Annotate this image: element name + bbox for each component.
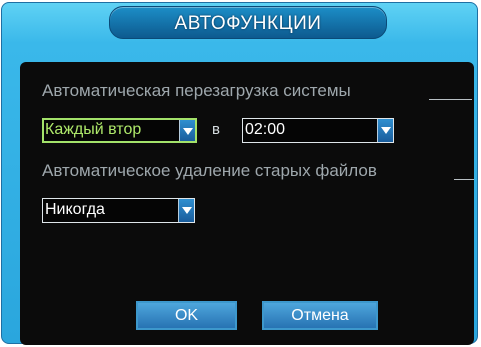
auto-delete-select[interactable]: Никогда — [42, 198, 195, 223]
chevron-down-icon[interactable] — [377, 119, 393, 142]
reboot-day-select[interactable]: Каждый втор — [42, 118, 197, 143]
dialog-title: АВТОФУНКЦИИ — [174, 13, 322, 34]
auto-delete-value: Никогда — [45, 201, 105, 218]
auto-reboot-label: Автоматическая перезагрузка системы — [42, 81, 351, 100]
auto-delete-separator — [454, 179, 474, 180]
reboot-time-select[interactable]: 02:00 — [242, 118, 394, 143]
auto-reboot-separator — [429, 99, 472, 100]
title-bar: АВТОФУНКЦИИ — [109, 6, 387, 39]
chevron-down-icon[interactable] — [178, 199, 194, 222]
reboot-time-value: 02:00 — [245, 121, 286, 138]
at-time-label: в — [212, 121, 220, 138]
auto-delete-label: Автоматическое удаление старых файлов — [42, 161, 377, 180]
cancel-button[interactable]: Отмена — [262, 301, 378, 330]
chevron-down-icon[interactable] — [179, 120, 195, 141]
reboot-day-value: Каждый втор — [45, 121, 142, 138]
ok-button[interactable]: OK — [136, 301, 237, 330]
dialog-window: АВТОФУНКЦИИ Автоматическая перезагрузка … — [1, 2, 478, 345]
settings-panel: Автоматическая перезагрузка системы Кажд… — [20, 62, 474, 345]
